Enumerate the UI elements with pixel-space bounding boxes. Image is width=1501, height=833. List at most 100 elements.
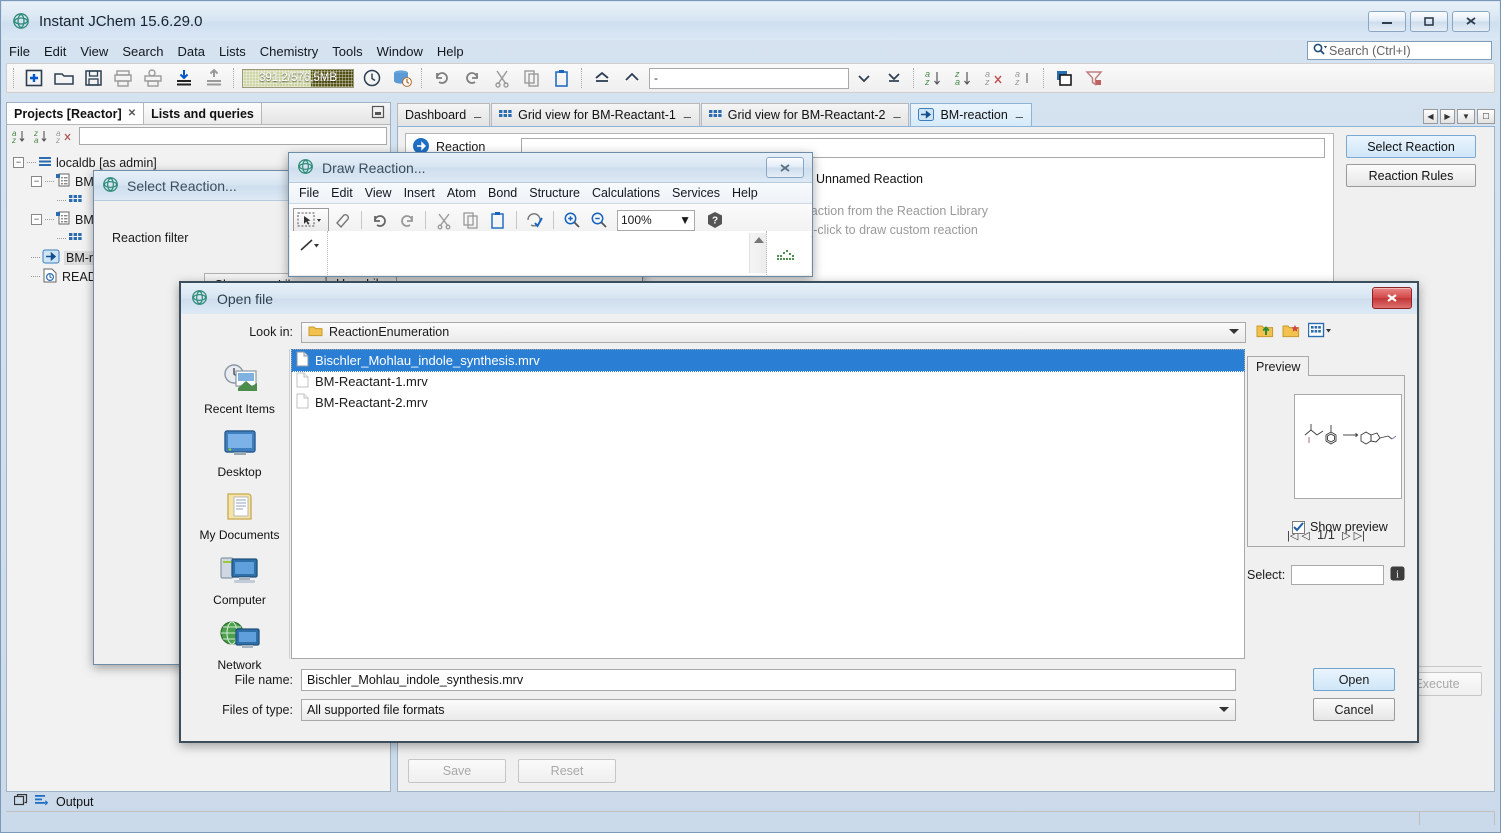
duplicate-window-icon[interactable] — [1049, 65, 1079, 91]
sort-desc-icon[interactable]: za — [32, 127, 52, 145]
output-icon[interactable] — [35, 794, 49, 809]
draw-menu-edit[interactable]: Edit — [325, 185, 359, 201]
save-button[interactable]: Save — [408, 759, 506, 783]
open-icon[interactable] — [49, 65, 79, 91]
tab-lists-and-queries[interactable]: Lists and queries — [144, 103, 262, 124]
copy-icon[interactable] — [458, 208, 484, 233]
import-icon[interactable] — [169, 65, 199, 91]
cancel-button[interactable]: Cancel — [1313, 698, 1395, 721]
clean-icon[interactable] — [522, 208, 548, 233]
draw-menu-structure[interactable]: Structure — [523, 185, 586, 201]
preview-tab[interactable]: Preview — [1247, 356, 1309, 376]
chevron-down-icon[interactable] — [849, 65, 879, 91]
clock-icon[interactable] — [357, 65, 387, 91]
menu-search[interactable]: Search — [115, 42, 170, 61]
tree-expander[interactable]: − — [31, 214, 42, 225]
draw-canvas[interactable] — [290, 231, 811, 275]
export-icon[interactable] — [199, 65, 229, 91]
menu-chemistry[interactable]: Chemistry — [253, 42, 326, 61]
menu-file[interactable]: File — [2, 42, 37, 61]
close-icon[interactable]: ⚊ — [683, 110, 692, 121]
draw-menu-file[interactable]: File — [293, 185, 325, 201]
draw-menu-calculations[interactable]: Calculations — [586, 185, 666, 201]
tab-grid-view-bm-reactant-2[interactable]: Grid view for BM-Reactant-2 ⚊ — [701, 103, 910, 126]
place-desktop[interactable]: Desktop — [190, 429, 289, 479]
place-my-documents[interactable]: My Documents — [190, 492, 289, 542]
paste-icon[interactable] — [485, 208, 511, 233]
chevron-down-icon[interactable] — [1228, 325, 1240, 339]
draw-canvas-scrollbar[interactable] — [749, 233, 767, 273]
periodic-table-icon[interactable] — [777, 247, 801, 264]
place-recent-items[interactable]: Recent Items — [190, 362, 289, 416]
scroll-tabs-right-button[interactable]: ▶ — [1440, 109, 1455, 124]
tree-expander[interactable]: − — [31, 176, 42, 187]
undo-icon[interactable] — [427, 65, 457, 91]
zoom-out-icon[interactable] — [586, 208, 612, 233]
close-icon[interactable]: ⚊ — [473, 110, 482, 121]
close-icon[interactable]: ⚊ — [1015, 110, 1024, 121]
close-button[interactable] — [1372, 287, 1412, 309]
file-list-item[interactable]: BM-Reactant-2.mrv — [292, 392, 1244, 413]
paste-icon[interactable] — [547, 65, 577, 91]
menu-window[interactable]: Window — [370, 42, 430, 61]
sort-asc-icon[interactable]: az — [919, 65, 949, 91]
reset-button[interactable]: Reset — [518, 759, 616, 783]
file-list-item[interactable]: Bischler_Mohlau_indole_synthesis.mrv — [292, 350, 1244, 371]
undo-icon[interactable] — [367, 208, 393, 233]
minimize-button[interactable] — [1368, 11, 1406, 32]
scroll-up-arrow-icon[interactable] — [754, 237, 764, 243]
file-name-input[interactable]: Bischler_Mohlau_indole_synthesis.mrv — [301, 669, 1236, 691]
menu-view[interactable]: View — [73, 42, 115, 61]
close-icon[interactable]: ✕ — [128, 108, 136, 119]
search-input[interactable]: Search (Ctrl+I) — [1307, 41, 1492, 60]
close-icon[interactable]: ⚊ — [892, 110, 901, 121]
open-button[interactable]: Open — [1313, 668, 1395, 691]
memory-gauge[interactable]: 391,2/576,5MB — [242, 69, 354, 88]
menu-tools[interactable]: Tools — [325, 42, 369, 61]
zoom-level-combo[interactable]: 100% ▼ — [617, 210, 695, 231]
draw-menu-bond[interactable]: Bond — [482, 185, 523, 201]
output-row[interactable]: Output — [6, 792, 1495, 812]
scroll-tabs-left-button[interactable]: ◀ — [1423, 109, 1438, 124]
print-icon[interactable] — [109, 65, 139, 91]
sort-custom-icon[interactable]: az — [1009, 65, 1039, 91]
new-icon[interactable] — [19, 65, 49, 91]
help-icon[interactable]: ? — [702, 208, 728, 233]
reaction-rules-button[interactable]: Reaction Rules — [1346, 164, 1476, 187]
select-input[interactable] — [1291, 565, 1384, 585]
file-list[interactable]: Bischler_Mohlau_indole_synthesis.mrv BM-… — [291, 349, 1245, 659]
tab-dashboard[interactable]: Dashboard ⚊ — [397, 103, 490, 126]
look-in-combo[interactable]: ReactionEnumeration — [301, 322, 1246, 343]
close-button[interactable] — [766, 157, 804, 178]
file-list-item[interactable]: BM-Reactant-1.mrv — [292, 371, 1244, 392]
maximize-editor-button[interactable]: ☐ — [1477, 109, 1495, 124]
sort-clear-icon[interactable]: az — [54, 127, 74, 145]
tree-expander[interactable]: − — [13, 157, 24, 168]
cut-icon[interactable] — [487, 65, 517, 91]
minimize-panel-icon[interactable] — [371, 105, 385, 122]
redo-icon[interactable] — [394, 208, 420, 233]
tree-filter-input[interactable] — [79, 127, 387, 145]
print-preview-icon[interactable] — [139, 65, 169, 91]
show-preview-row[interactable]: Show preview — [1292, 520, 1388, 534]
toolbar-combo[interactable]: - — [649, 68, 849, 89]
place-network[interactable]: Network — [190, 620, 289, 672]
view-menu-icon[interactable] — [1308, 322, 1332, 342]
menu-help[interactable]: Help — [430, 42, 471, 61]
tab-list-button[interactable]: ▼ — [1457, 109, 1475, 124]
eraser-icon[interactable] — [330, 208, 356, 233]
draw-menu-atom[interactable]: Atom — [441, 185, 482, 201]
close-button[interactable] — [1452, 11, 1490, 32]
selection-tool-icon[interactable] — [293, 208, 329, 233]
select-reaction-button[interactable]: Select Reaction — [1346, 135, 1476, 158]
draw-menu-services[interactable]: Services — [666, 185, 726, 201]
draw-menu-insert[interactable]: Insert — [398, 185, 441, 201]
first-icon[interactable] — [587, 65, 617, 91]
collapse-all-icon[interactable] — [879, 65, 909, 91]
place-computer[interactable]: Computer — [190, 555, 289, 607]
tab-bm-reaction[interactable]: BM-reaction ⚊ — [910, 103, 1031, 126]
window-icon[interactable] — [14, 794, 28, 809]
files-of-type-combo[interactable]: All supported file formats — [301, 699, 1236, 721]
previous-icon[interactable] — [617, 65, 647, 91]
sort-desc-icon[interactable]: za — [949, 65, 979, 91]
